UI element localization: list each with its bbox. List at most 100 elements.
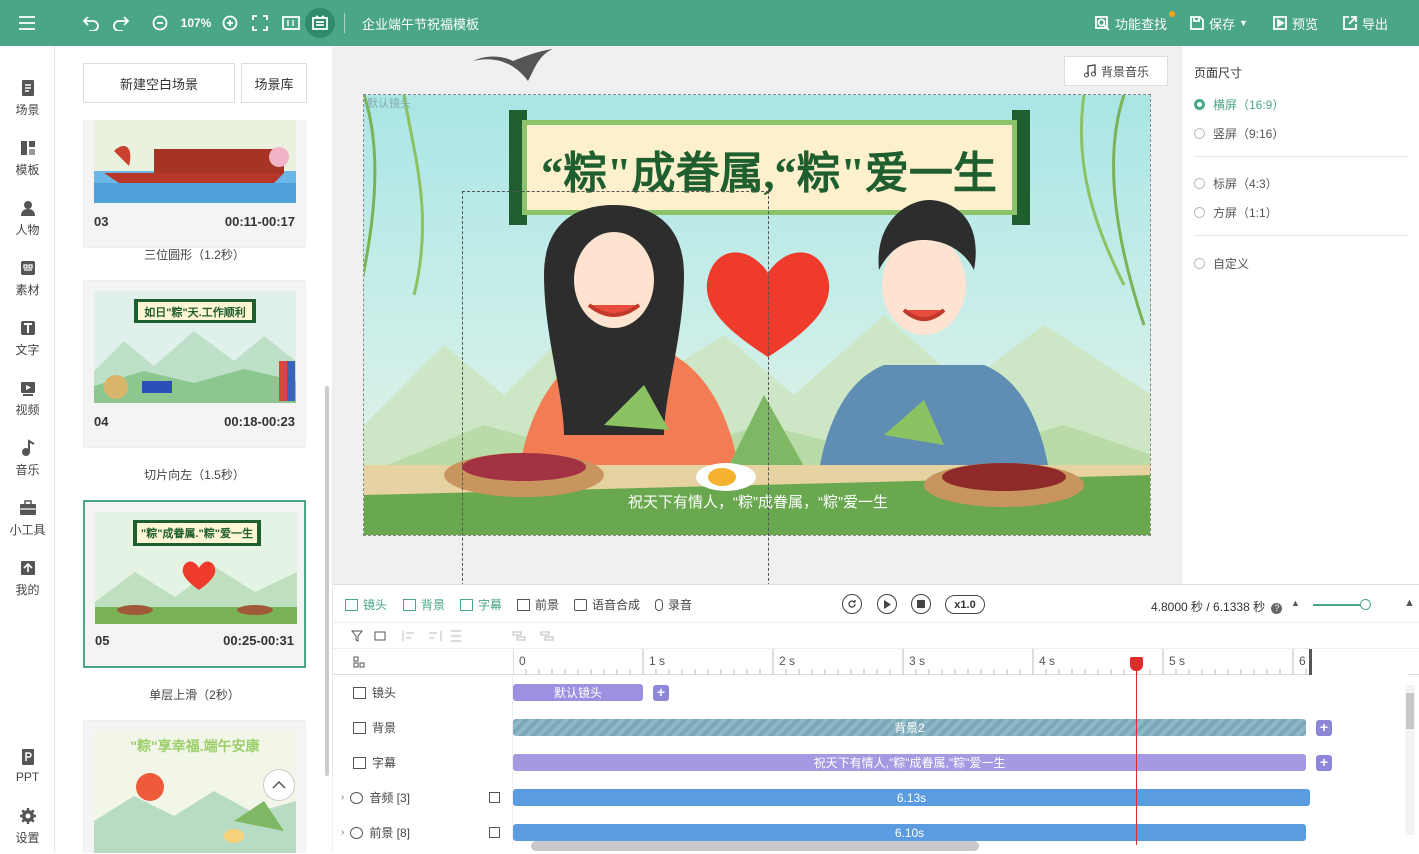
tab-foreground[interactable]: 前景 bbox=[517, 596, 559, 613]
nav-item-ppt[interactable]: PPT bbox=[0, 738, 55, 794]
align-tools-icons[interactable] bbox=[351, 629, 471, 643]
scene-icon bbox=[21, 79, 34, 96]
ppt-icon bbox=[21, 749, 34, 765]
menu-icon[interactable] bbox=[12, 0, 42, 46]
playhead-handle[interactable] bbox=[1130, 657, 1143, 671]
save-button[interactable]: 保存 ▼ bbox=[1190, 0, 1248, 46]
nav-item-toolbox[interactable]: 小工具 bbox=[0, 490, 55, 546]
playhead[interactable] bbox=[1136, 657, 1137, 845]
preview-button[interactable]: 预览 bbox=[1273, 0, 1318, 46]
nav-item-video[interactable]: 视频 bbox=[0, 370, 55, 426]
scene-list: 03 00:11-00:17 三位圆形（1.2秒） 如日"粽"天.工作顺利 04… bbox=[55, 120, 333, 853]
scene-list-scrollbar[interactable] bbox=[325, 386, 329, 776]
feature-search-button[interactable]: 功能查找 bbox=[1095, 0, 1176, 46]
nav-label: 小工具 bbox=[9, 522, 46, 537]
time-ruler[interactable]: 0 1 s 2 s 3 s 4 s 5 s 6 bbox=[512, 649, 1408, 675]
track-label-foreground[interactable]: › 前景 [8] bbox=[333, 815, 513, 845]
tracks-vertical-scrollbar[interactable] bbox=[1406, 693, 1414, 729]
undo-icon[interactable] bbox=[78, 0, 104, 46]
scene-card-04[interactable]: 如日"粽"天.工作顺利 04 00:18-00:23 bbox=[83, 280, 306, 448]
top-toolbar: 107% 企业端午节祝福模板 功能查找 保存 ▼ 预览 导出 bbox=[0, 0, 1419, 46]
expand-icon[interactable]: › bbox=[341, 827, 344, 838]
radio-landscape[interactable]: 横屏（16:9） bbox=[1194, 96, 1284, 113]
tracks-horizontal-scrollbar[interactable] bbox=[531, 841, 979, 851]
scene-thumbnail bbox=[94, 120, 296, 203]
nav-item-template[interactable]: 模板 bbox=[0, 130, 55, 186]
speed-button[interactable]: x1.0 bbox=[945, 595, 985, 614]
scene-card-06[interactable]: "粽"享幸福.端午安康 bbox=[83, 720, 306, 853]
nav-label: 视频 bbox=[15, 402, 40, 417]
zoom-in-timeline-icon[interactable]: ▲ bbox=[1404, 597, 1415, 609]
export-button[interactable]: 导出 bbox=[1343, 0, 1388, 46]
audio-clip[interactable]: 6.13s bbox=[513, 789, 1310, 806]
nav-label: 人物 bbox=[15, 222, 40, 237]
tab-camera[interactable]: 镜头 bbox=[345, 596, 387, 613]
nav-item-music[interactable]: 音乐 bbox=[0, 430, 55, 486]
scene-time-range: 00:25-00:31 bbox=[223, 633, 294, 648]
page-size-title: 页面尺寸 bbox=[1194, 66, 1243, 80]
radio-square[interactable]: 方屏（1:1） bbox=[1194, 204, 1278, 221]
radio-portrait[interactable]: 竖屏（9:16） bbox=[1194, 125, 1284, 142]
fullscreen-icon[interactable] bbox=[248, 0, 272, 46]
expand-icon[interactable]: › bbox=[341, 792, 344, 803]
radio-standard[interactable]: 标屏（4:3） bbox=[1194, 175, 1278, 192]
enter-track-icon[interactable] bbox=[489, 792, 500, 803]
scene-transition[interactable]: 切片向左（1.5秒） bbox=[83, 466, 306, 483]
subtitle-icon bbox=[460, 598, 473, 611]
add-subtitle-button[interactable]: + bbox=[1316, 755, 1332, 771]
nav-label: 设置 bbox=[15, 830, 40, 845]
camera-frame[interactable] bbox=[462, 191, 769, 584]
camera-clip[interactable]: 默认镜头 bbox=[513, 684, 643, 701]
microphone-icon bbox=[655, 598, 663, 611]
swallow-decoration bbox=[473, 49, 553, 81]
stop-button[interactable] bbox=[911, 594, 931, 614]
ratio-icon[interactable] bbox=[279, 0, 303, 46]
distribute-tools-icons[interactable] bbox=[511, 629, 561, 643]
replay-button[interactable] bbox=[842, 594, 862, 614]
chevron-down-icon: ▼ bbox=[1239, 18, 1248, 28]
background-clip[interactable]: 背景2 bbox=[513, 719, 1306, 736]
nav-item-text[interactable]: 文字 bbox=[0, 310, 55, 366]
new-blank-scene-button[interactable]: 新建空白场景 bbox=[83, 63, 235, 103]
zoom-in-icon[interactable] bbox=[218, 0, 242, 46]
subtitle-mode-icon[interactable] bbox=[305, 8, 335, 38]
subtitle-clip[interactable]: 祝天下有情人,"粽"成眷属,"粽"爱一生 bbox=[513, 754, 1306, 771]
tab-record[interactable]: 录音 bbox=[655, 596, 692, 613]
nav-item-settings[interactable]: 设置 bbox=[0, 798, 55, 854]
radio-custom[interactable]: 自定义 bbox=[1194, 255, 1249, 272]
redo-icon[interactable] bbox=[108, 0, 134, 46]
play-button[interactable] bbox=[877, 594, 897, 614]
layers-icon[interactable] bbox=[353, 656, 365, 668]
radio-label: 自定义 bbox=[1213, 257, 1250, 271]
tab-tts[interactable]: 语音合成 bbox=[574, 596, 640, 613]
scene-card-03[interactable]: 03 00:11-00:17 bbox=[83, 120, 306, 248]
zoom-level: 107% bbox=[180, 16, 212, 30]
add-camera-button[interactable]: + bbox=[653, 685, 669, 701]
help-icon[interactable]: ? bbox=[1271, 603, 1283, 614]
timeline-zoom-handle[interactable] bbox=[1360, 599, 1371, 610]
track-name: 背景 bbox=[372, 721, 397, 735]
scene-transition[interactable]: 单层上滑（2秒） bbox=[83, 686, 306, 703]
track-label-audio[interactable]: › 音频 [3] bbox=[333, 780, 513, 815]
zoom-out-icon[interactable] bbox=[148, 0, 172, 46]
divider bbox=[1194, 235, 1409, 236]
project-title[interactable]: 企业端午节祝福模板 bbox=[362, 0, 479, 46]
tab-subtitle[interactable]: 字幕 bbox=[460, 596, 502, 613]
enter-track-icon[interactable] bbox=[489, 827, 500, 838]
add-background-button[interactable]: + bbox=[1316, 720, 1332, 736]
nav-item-mine[interactable]: 我的 bbox=[0, 550, 55, 606]
tab-background[interactable]: 背景 bbox=[403, 596, 445, 613]
zoom-out-timeline-icon[interactable]: ▲ bbox=[1291, 598, 1300, 608]
nav-item-material[interactable]: 素材 bbox=[0, 250, 55, 306]
scene-library-button[interactable]: 场景库 bbox=[241, 63, 307, 103]
scene-card-05[interactable]: "粽"成眷属."粽"爱一生 05 00:25-00:31 bbox=[83, 500, 306, 668]
nav-item-scene[interactable]: 场景 bbox=[0, 70, 55, 126]
tab-label: 镜头 bbox=[363, 598, 388, 612]
scene-transition[interactable]: 三位圆形（1.2秒） bbox=[83, 246, 306, 263]
music-note-icon bbox=[1083, 64, 1096, 78]
nav-item-person[interactable]: 人物 bbox=[0, 190, 55, 246]
scroll-up-button[interactable] bbox=[263, 769, 295, 801]
background-music-button[interactable]: 背景音乐 bbox=[1064, 56, 1168, 86]
ruler-row: 0 1 s 2 s 3 s 4 s 5 s 6 bbox=[333, 649, 1419, 675]
foreground-clip[interactable]: 6.10s bbox=[513, 824, 1306, 841]
